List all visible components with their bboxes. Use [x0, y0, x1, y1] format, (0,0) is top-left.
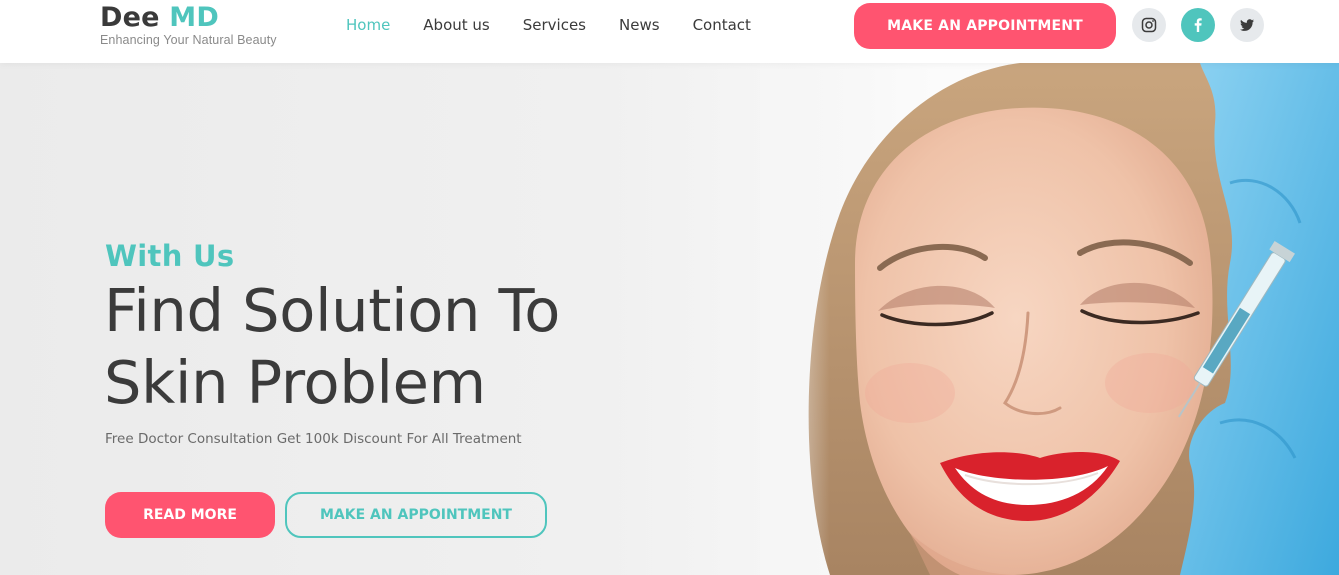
twitter-link[interactable] [1230, 8, 1264, 42]
logo[interactable]: Dee MD Enhancing Your Natural Beauty [100, 2, 277, 47]
hero-kicker: With Us [105, 239, 235, 273]
read-more-button[interactable]: READ MORE [105, 492, 275, 538]
logo-tagline: Enhancing Your Natural Beauty [100, 33, 277, 47]
main-nav: Home About us Services News Contact [346, 15, 784, 35]
instagram-icon [1141, 17, 1157, 33]
header-appointment-button[interactable]: MAKE AN APPOINTMENT [854, 3, 1116, 49]
hero-headline-line2: Skin Problem [104, 348, 486, 417]
logo-name: Dee MD [100, 2, 277, 34]
hero-subtext: Free Doctor Consultation Get 100k Discou… [105, 431, 522, 447]
nav-item-news[interactable]: News [619, 15, 660, 35]
logo-name-part1: Dee [100, 2, 160, 33]
hero-section: With Us Find Solution To Skin Problem Fr… [0, 63, 1339, 575]
nav-item-about-us[interactable]: About us [423, 15, 489, 35]
nav-item-contact[interactable]: Contact [693, 15, 751, 35]
hero-appointment-button[interactable]: MAKE AN APPOINTMENT [285, 492, 547, 538]
site-header: Dee MD Enhancing Your Natural Beauty Hom… [0, 0, 1339, 63]
hero-headline-line1: Find Solution To [104, 276, 561, 345]
hero-headline: Find Solution To Skin Problem [104, 275, 560, 419]
nav-item-services[interactable]: Services [523, 15, 586, 35]
logo-name-part2: MD [169, 2, 219, 33]
twitter-icon [1240, 19, 1254, 31]
instagram-link[interactable] [1132, 8, 1166, 42]
facebook-icon [1194, 18, 1202, 32]
nav-item-home[interactable]: Home [346, 15, 390, 35]
facebook-link[interactable] [1181, 8, 1215, 42]
hero-woman-portrait-image [760, 63, 1339, 575]
